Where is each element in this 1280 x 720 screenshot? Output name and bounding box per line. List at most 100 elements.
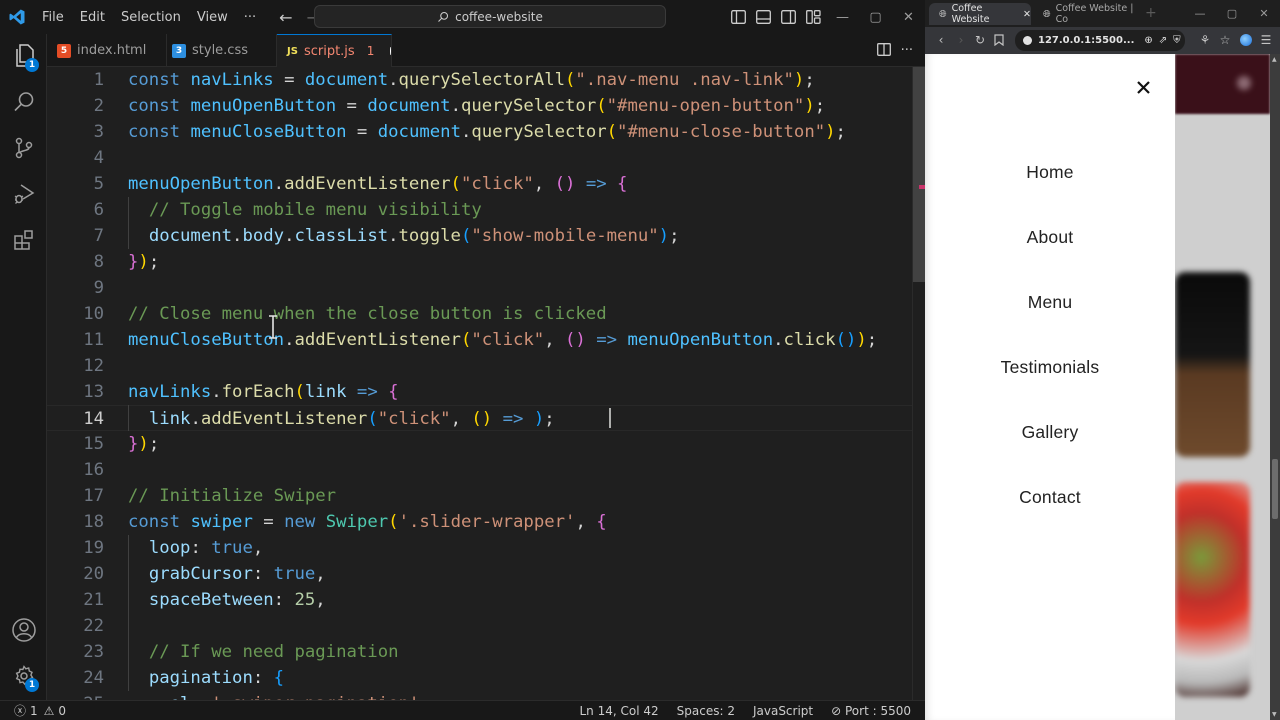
source-control-button[interactable] xyxy=(0,126,47,170)
tab-style-css[interactable]: 3 style.css xyxy=(162,34,277,67)
browser-forward-icon[interactable]: › xyxy=(953,32,969,48)
menu-more[interactable]: ··· xyxy=(236,10,264,25)
browser-minimize-icon[interactable]: — xyxy=(1184,7,1216,20)
problems-count: 1 xyxy=(366,44,375,58)
more-actions-icon[interactable]: ··· xyxy=(901,43,913,58)
live-server-port[interactable]: ⊘ Port : 5500 xyxy=(831,704,911,718)
code-line[interactable]: 10 // Close menu when the close button is… xyxy=(47,301,912,327)
customize-layout-icon[interactable] xyxy=(801,0,826,34)
problems-status[interactable]: ⓧ 1 ⚠ 0 xyxy=(14,702,66,719)
menu-edit[interactable]: Edit xyxy=(72,10,113,25)
code-line[interactable]: 23 // If we need pagination xyxy=(47,639,912,665)
browser-menu-icon[interactable]: ☰ xyxy=(1258,32,1274,48)
mobile-nav-link[interactable]: Contact xyxy=(925,487,1175,508)
new-tab-icon[interactable]: + xyxy=(1145,5,1157,21)
cursor-position[interactable]: Ln 14, Col 42 xyxy=(580,704,659,718)
reload-icon[interactable]: ↻ xyxy=(972,32,988,48)
js-file-icon: JS xyxy=(287,45,298,57)
back-arrow-icon[interactable]: ← xyxy=(272,8,299,27)
code-line[interactable]: 20 grabCursor: true, xyxy=(47,561,912,587)
code-line[interactable]: 9 xyxy=(47,275,912,301)
code-line[interactable]: 22 xyxy=(47,613,912,639)
tab-index-html[interactable]: 5 index.html xyxy=(47,34,167,67)
manage-button[interactable]: 1 xyxy=(0,654,47,698)
browser-maximize-icon[interactable]: ▢ xyxy=(1216,7,1248,20)
minimize-icon[interactable]: — xyxy=(826,0,859,34)
split-editor-icon[interactable] xyxy=(876,41,891,60)
command-center-search[interactable]: coffee-website xyxy=(314,5,666,28)
code-line[interactable]: 3 const menuCloseButton = document.queryS… xyxy=(47,119,912,145)
code-line[interactable]: 2 const menuOpenButton = document.querySe… xyxy=(47,93,912,119)
scroll-up-icon[interactable]: ▲ xyxy=(1272,56,1277,63)
code-line[interactable]: 1 const navLinks = document.querySelector… xyxy=(47,67,912,93)
toggle-primary-sidebar-icon[interactable] xyxy=(726,0,751,34)
code-line[interactable]: 21 spaceBetween: 25, xyxy=(47,587,912,613)
code-token: . xyxy=(773,330,784,350)
page-scrollbar[interactable]: ▲ ▼ xyxy=(1270,54,1280,720)
language-mode[interactable]: JavaScript xyxy=(753,704,813,718)
code-editor[interactable]: 1 const navLinks = document.querySelector… xyxy=(47,67,912,700)
close-tab-icon[interactable]: ✕ xyxy=(1023,9,1031,20)
menu-view[interactable]: View xyxy=(189,10,236,25)
mobile-nav-link[interactable]: Home xyxy=(925,162,1175,183)
code-token: , xyxy=(575,512,597,532)
code-line[interactable]: 13 navLinks.forEach(link => { xyxy=(47,379,912,405)
unsaved-dot-icon[interactable] xyxy=(390,47,391,55)
mobile-nav-link[interactable]: Testimonials xyxy=(925,357,1175,378)
code-line[interactable]: 5 menuOpenButton.addEventListener("click"… xyxy=(47,171,912,197)
code-line[interactable]: 16 xyxy=(47,457,912,483)
code-line[interactable]: 8}); xyxy=(47,249,912,275)
tab-script-js[interactable]: JS script.js 1 xyxy=(277,34,392,67)
code-line[interactable]: 24 pagination: { xyxy=(47,665,912,691)
site-info-icon[interactable] xyxy=(1023,36,1032,45)
code-line[interactable]: 15}); xyxy=(47,431,912,457)
browser-tab-active[interactable]: 🌐︎ Coffee Website ✕ xyxy=(929,3,1031,25)
favorites-icon[interactable]: ☆ xyxy=(1217,32,1233,48)
code-line[interactable]: 4 xyxy=(47,145,912,171)
maximize-icon[interactable]: ▢ xyxy=(859,0,892,34)
browser-back-icon[interactable]: ‹ xyxy=(933,32,949,48)
code-line[interactable]: 25 el: '.swiper-pagination', xyxy=(47,691,912,700)
scroll-down-icon[interactable]: ▼ xyxy=(1272,711,1277,718)
line-number: 4 xyxy=(93,148,104,168)
close-window-icon[interactable]: ✕ xyxy=(892,0,925,34)
share-icon[interactable]: ⇗ xyxy=(1159,35,1167,46)
code-line[interactable]: 19 loop: true, xyxy=(47,535,912,561)
search-button[interactable] xyxy=(0,80,47,124)
code-line[interactable]: 7 document.body.classList.toggle("show-m… xyxy=(47,223,912,249)
brave-shield-icon[interactable]: ⛨ xyxy=(1173,35,1181,46)
code-token: { xyxy=(596,512,607,532)
editor-scrollbar[interactable] xyxy=(912,67,925,700)
browser-close-icon[interactable]: ✕ xyxy=(1248,7,1280,20)
extensions-puzzle-icon[interactable]: ⚘ xyxy=(1197,32,1213,48)
mobile-nav-link[interactable]: Menu xyxy=(925,292,1175,313)
profile-icon[interactable] xyxy=(1238,32,1254,48)
browser-tab-inactive[interactable]: 🌐︎ Coffee Website | Co xyxy=(1033,3,1138,25)
explorer-button[interactable]: 1 xyxy=(0,34,47,78)
code-line[interactable]: 14 link.addEventListener("click", () => … xyxy=(47,405,912,431)
code-line[interactable]: 12 xyxy=(47,353,912,379)
coffee-image-blurred xyxy=(1175,272,1250,457)
zoom-icon[interactable]: ⊕ xyxy=(1144,35,1152,46)
code-line[interactable]: 6 // Toggle mobile menu visibility xyxy=(47,197,912,223)
code-line[interactable]: 11 menuCloseButton.addEventListener("clic… xyxy=(47,327,912,353)
mobile-nav-link[interactable]: About xyxy=(925,227,1175,248)
toggle-panel-icon[interactable] xyxy=(751,0,776,34)
extensions-button[interactable] xyxy=(0,218,47,262)
page-scrollbar-thumb[interactable] xyxy=(1272,459,1278,519)
code-line[interactable]: 18 const swiper = new Swiper('.slider-wra… xyxy=(47,509,912,535)
indentation[interactable]: Spaces: 2 xyxy=(677,704,735,718)
toggle-secondary-sidebar-icon[interactable] xyxy=(776,0,801,34)
globe-icon: 🌐︎ xyxy=(1043,8,1051,20)
accounts-button[interactable] xyxy=(0,608,47,652)
code-line[interactable]: 17 // Initialize Swiper xyxy=(47,483,912,509)
address-bar[interactable]: 127.0.0.1:5500... ⊕ ⇗ ⛨ xyxy=(1015,30,1185,51)
menu-selection[interactable]: Selection xyxy=(113,10,189,25)
run-debug-button[interactable] xyxy=(0,172,47,216)
menu-file[interactable]: File xyxy=(34,10,72,25)
scrollbar-thumb[interactable] xyxy=(913,67,925,282)
menu-close-button[interactable] xyxy=(1130,74,1156,100)
mobile-nav-link[interactable]: Gallery xyxy=(925,422,1175,443)
bookmark-icon[interactable] xyxy=(991,32,1007,48)
